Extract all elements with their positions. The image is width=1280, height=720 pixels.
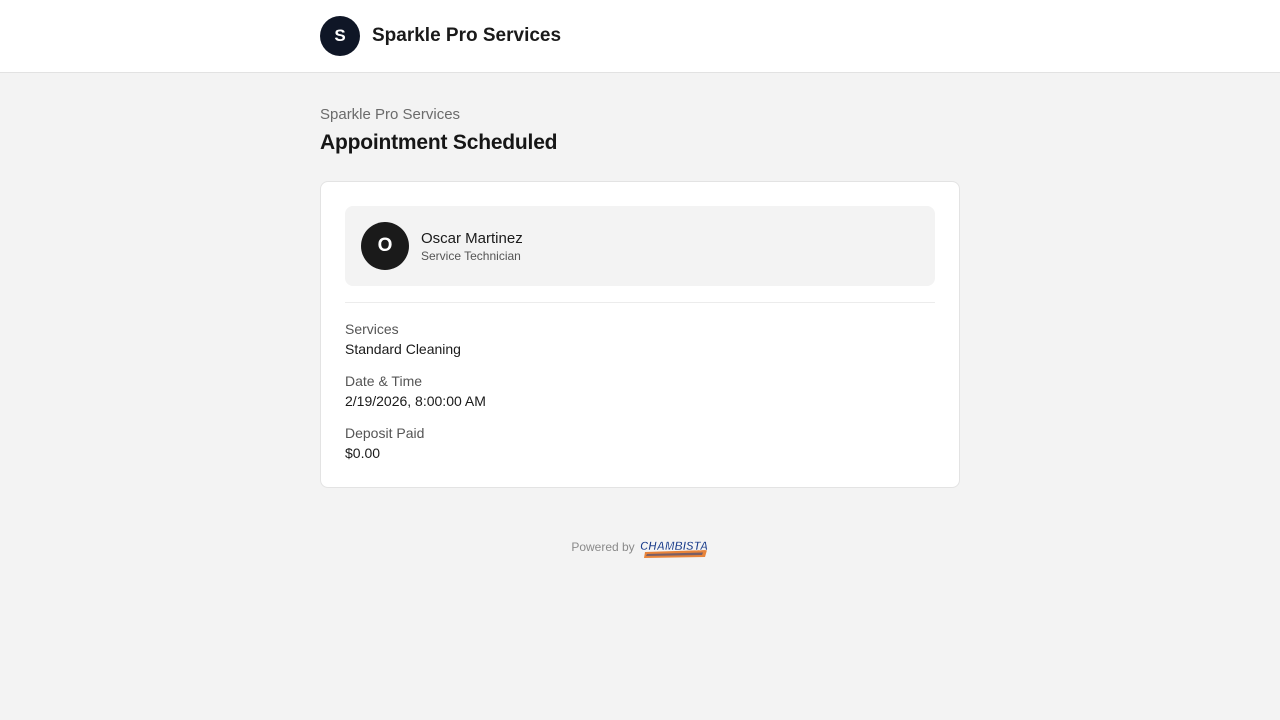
business-avatar: S bbox=[320, 16, 360, 56]
footer: Powered by CHAMBISTA bbox=[0, 534, 1280, 560]
services-label: Services bbox=[345, 321, 399, 337]
staff-role: Service Technician bbox=[421, 249, 521, 263]
powered-by-text: Powered by bbox=[571, 540, 635, 554]
staff-name: Oscar Martinez bbox=[421, 230, 523, 247]
services-value: Standard Cleaning bbox=[345, 341, 461, 357]
business-name: Sparkle Pro Services bbox=[372, 25, 562, 46]
appointment-card: O Oscar Martinez Service Technician Serv… bbox=[320, 181, 960, 488]
staff-panel: O Oscar Martinez Service Technician bbox=[345, 206, 935, 286]
divider bbox=[345, 302, 935, 303]
breadcrumb: Sparkle Pro Services bbox=[320, 106, 461, 123]
top-bar: S Sparkle Pro Services bbox=[0, 0, 1280, 73]
date-time-label: Date & Time bbox=[345, 373, 423, 389]
logo-text: CHAMBISTA bbox=[640, 541, 708, 553]
deposit-label: Deposit Paid bbox=[345, 425, 425, 441]
chambista-logo-icon[interactable]: CHAMBISTA bbox=[639, 535, 709, 559]
brand[interactable]: S Sparkle Pro Services bbox=[320, 16, 561, 56]
deposit-value: $0.00 bbox=[345, 445, 381, 461]
date-time-value: 2/19/2026, 8:00:00 AM bbox=[345, 393, 486, 409]
page-title: Appointment Scheduled bbox=[320, 131, 558, 154]
staff-avatar: O bbox=[361, 222, 409, 270]
